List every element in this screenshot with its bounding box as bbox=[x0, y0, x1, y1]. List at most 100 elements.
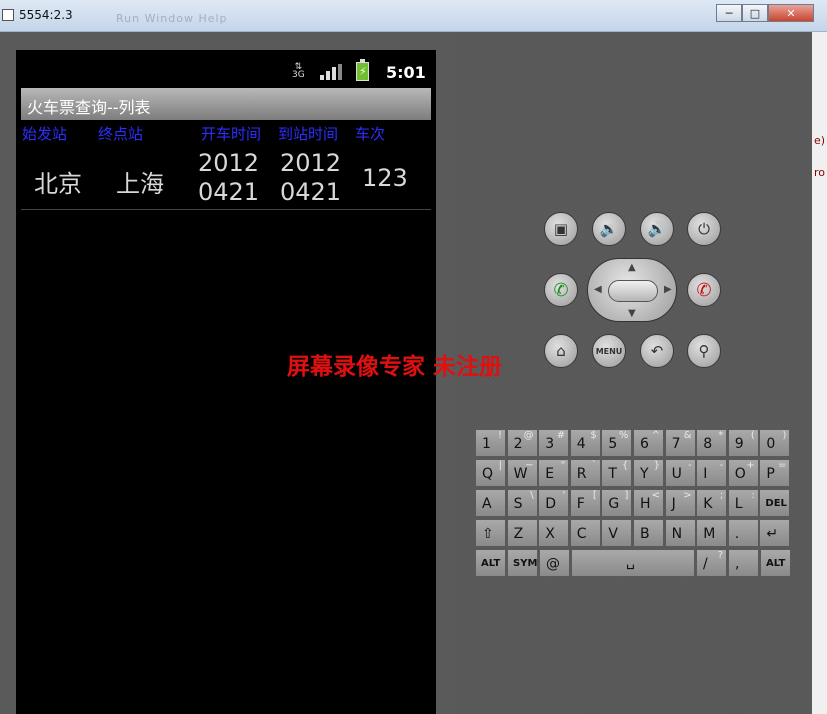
key-4[interactable]: 4 $ bbox=[569, 429, 601, 457]
camera-button[interactable]: ▣ bbox=[544, 212, 578, 246]
key-label: ALT bbox=[481, 558, 501, 569]
key-alt-label: ' bbox=[562, 490, 566, 501]
key-label: ⇧ bbox=[482, 526, 494, 542]
dpad-right-icon[interactable]: ▶ bbox=[664, 284, 672, 295]
key-h[interactable]: H < bbox=[633, 489, 664, 517]
key-del[interactable]: DEL bbox=[759, 489, 791, 517]
list-item[interactable]: 北京 上海 2012 0421 2012 0421 123 bbox=[16, 146, 436, 208]
key-v[interactable]: V bbox=[601, 519, 633, 547]
minimize-button[interactable]: ─ bbox=[716, 4, 742, 22]
key-space[interactable]: ␣ bbox=[571, 549, 695, 577]
end-call-button[interactable]: ✆ bbox=[687, 273, 721, 307]
key-shift[interactable]: ⇧ bbox=[475, 519, 506, 547]
home-button[interactable]: ⌂ bbox=[544, 334, 578, 368]
key-label: A bbox=[482, 496, 492, 512]
key-m[interactable]: M bbox=[696, 519, 728, 547]
key-at[interactable]: @ bbox=[539, 549, 570, 577]
dpad-center-button[interactable] bbox=[608, 280, 658, 302]
key-label: SYM bbox=[513, 558, 538, 569]
key-d[interactable]: D ' bbox=[538, 489, 570, 517]
key-1[interactable]: 1! bbox=[475, 429, 506, 457]
key-alt-right[interactable]: ALT bbox=[760, 549, 791, 577]
key-j[interactable]: J > bbox=[664, 489, 696, 517]
key-alt-label: # bbox=[556, 430, 566, 441]
key-label: N bbox=[671, 526, 683, 542]
key-label: J bbox=[671, 496, 676, 512]
key-alt-label: ) bbox=[782, 430, 787, 441]
key-b[interactable]: B bbox=[633, 519, 664, 547]
key-alt-label: < bbox=[651, 490, 660, 501]
key-t[interactable]: T{ bbox=[601, 459, 633, 487]
key-alt-label: ^ bbox=[651, 430, 660, 441]
search-button[interactable]: ⚲ bbox=[687, 334, 721, 368]
key-a[interactable]: A bbox=[475, 489, 506, 517]
key-9[interactable]: 9( bbox=[727, 429, 759, 457]
key-label: @ bbox=[546, 556, 560, 572]
key-n[interactable]: N bbox=[664, 519, 696, 547]
key-s[interactable]: S \ bbox=[506, 489, 538, 517]
key-7[interactable]: 7 & bbox=[664, 429, 696, 457]
key-label: L bbox=[734, 496, 743, 512]
close-button[interactable]: ✕ bbox=[768, 4, 814, 22]
key-i[interactable]: I- bbox=[696, 459, 728, 487]
end-call-icon: ✆ bbox=[696, 279, 712, 301]
dpad[interactable]: ▲ ▼ ◀ ▶ bbox=[587, 258, 677, 322]
volume-up-icon: 🔊 bbox=[647, 220, 667, 238]
app-titlebar: 火车票查询--列表 bbox=[21, 88, 431, 120]
column-header-arrive: 到站时间 bbox=[278, 125, 339, 143]
key-sym[interactable]: SYM bbox=[507, 549, 538, 577]
key-0[interactable]: 0) bbox=[759, 429, 791, 457]
key-u[interactable]: U- bbox=[664, 459, 696, 487]
app-icon bbox=[2, 9, 14, 21]
key-comma[interactable]: , bbox=[728, 549, 759, 577]
key-alt-label: ` bbox=[591, 460, 597, 471]
key-5[interactable]: 5% bbox=[601, 429, 633, 457]
key-c[interactable]: C bbox=[569, 519, 601, 547]
key-label: 0 bbox=[766, 436, 776, 452]
key-p[interactable]: P = bbox=[759, 459, 791, 487]
key-label: Z bbox=[513, 526, 524, 542]
key-alt-label: ; bbox=[719, 490, 724, 501]
key-k[interactable]: K; bbox=[696, 489, 728, 517]
key-label: 7 bbox=[671, 436, 681, 452]
key-alt-label: } bbox=[653, 460, 660, 471]
back-button[interactable]: ↶ bbox=[640, 334, 674, 368]
back-icon: ↶ bbox=[650, 342, 664, 360]
key-g[interactable]: G] bbox=[601, 489, 633, 517]
key-o[interactable]: O + bbox=[727, 459, 759, 487]
key-q[interactable]: Q | bbox=[475, 459, 506, 487]
key-e[interactable]: E " bbox=[538, 459, 570, 487]
key-label: R bbox=[576, 466, 587, 482]
key-alt-label: % bbox=[618, 430, 629, 441]
key-8[interactable]: 8 * bbox=[696, 429, 728, 457]
dpad-up-icon[interactable]: ▲ bbox=[628, 262, 636, 273]
signal-icon bbox=[320, 64, 342, 80]
maximize-button[interactable]: □ bbox=[742, 4, 768, 22]
key-l[interactable]: L: bbox=[727, 489, 759, 517]
phone-screen: ⇅ 3G ⚡ 5:01 火车票查询--列表 始发站 终点站 开车时间 到站时间 车… bbox=[16, 50, 436, 714]
key-label: M bbox=[703, 526, 716, 542]
key-x[interactable]: X bbox=[538, 519, 570, 547]
key-slash[interactable]: /? bbox=[696, 549, 727, 577]
volume-up-button[interactable]: 🔊 bbox=[640, 212, 674, 246]
call-button[interactable]: ✆ bbox=[544, 273, 578, 307]
key-label: , bbox=[735, 556, 740, 572]
key-enter[interactable]: ↵ bbox=[759, 519, 791, 547]
key-w[interactable]: W ~ bbox=[506, 459, 538, 487]
key-6[interactable]: 6 ^ bbox=[633, 429, 664, 457]
dpad-down-icon[interactable]: ▼ bbox=[628, 308, 636, 319]
volume-down-button[interactable]: 🔉 bbox=[592, 212, 626, 246]
key-y[interactable]: Y} bbox=[633, 459, 664, 487]
key-r[interactable]: R ` bbox=[569, 459, 601, 487]
power-button[interactable]: ⏻ bbox=[687, 212, 721, 246]
menu-button[interactable]: MENU bbox=[592, 334, 626, 368]
status-time: 5:01 bbox=[386, 63, 426, 82]
key-alt-left[interactable]: ALT bbox=[475, 549, 506, 577]
key-z[interactable]: Z bbox=[506, 519, 538, 547]
key-f[interactable]: F[ bbox=[569, 489, 601, 517]
key-.[interactable]: . bbox=[727, 519, 759, 547]
key-2[interactable]: 2 @ bbox=[506, 429, 538, 457]
key-3[interactable]: 3 # bbox=[538, 429, 570, 457]
dpad-left-icon[interactable]: ◀ bbox=[594, 284, 602, 295]
key-label: 8 bbox=[703, 436, 713, 452]
